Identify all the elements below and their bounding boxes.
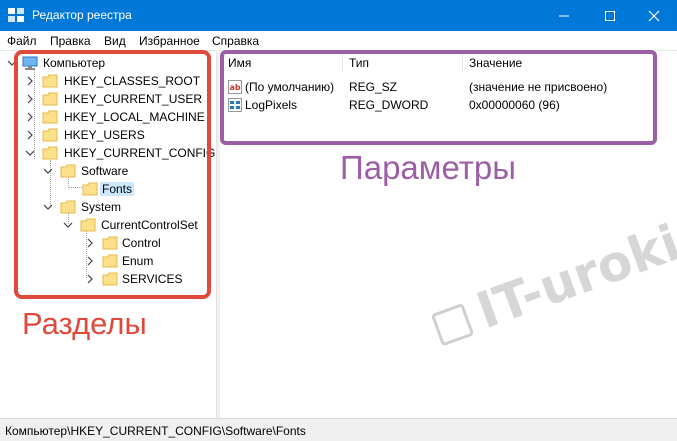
menu-help[interactable]: Справка <box>212 34 259 48</box>
minimize-icon <box>559 15 569 17</box>
menu-bar: Файл Правка Вид Избранное Справка <box>0 31 677 51</box>
menu-view[interactable]: Вид <box>104 34 126 48</box>
status-path: Компьютер\HKEY_CURRENT_CONFIG\Software\F… <box>5 424 306 438</box>
status-bar: Компьютер\HKEY_CURRENT_CONFIG\Software\F… <box>0 418 677 441</box>
sections-highlight-frame <box>14 50 211 299</box>
title-bar[interactable]: Редактор реестра <box>0 0 677 31</box>
maximize-button[interactable] <box>587 0 633 31</box>
minimize-button[interactable] <box>541 0 587 31</box>
maximize-icon <box>605 11 615 21</box>
parameters-caption: Параметры <box>340 149 516 186</box>
menu-edit[interactable]: Правка <box>50 34 91 48</box>
menu-file[interactable]: Файл <box>7 34 37 48</box>
close-icon <box>648 10 660 22</box>
close-button[interactable] <box>631 0 677 31</box>
window-title: Редактор реестра <box>32 8 132 22</box>
parameters-highlight-frame <box>220 50 657 145</box>
sections-caption: Разделы <box>22 306 147 341</box>
menu-favorites[interactable]: Избранное <box>139 34 200 48</box>
registry-editor-icon <box>8 8 24 22</box>
